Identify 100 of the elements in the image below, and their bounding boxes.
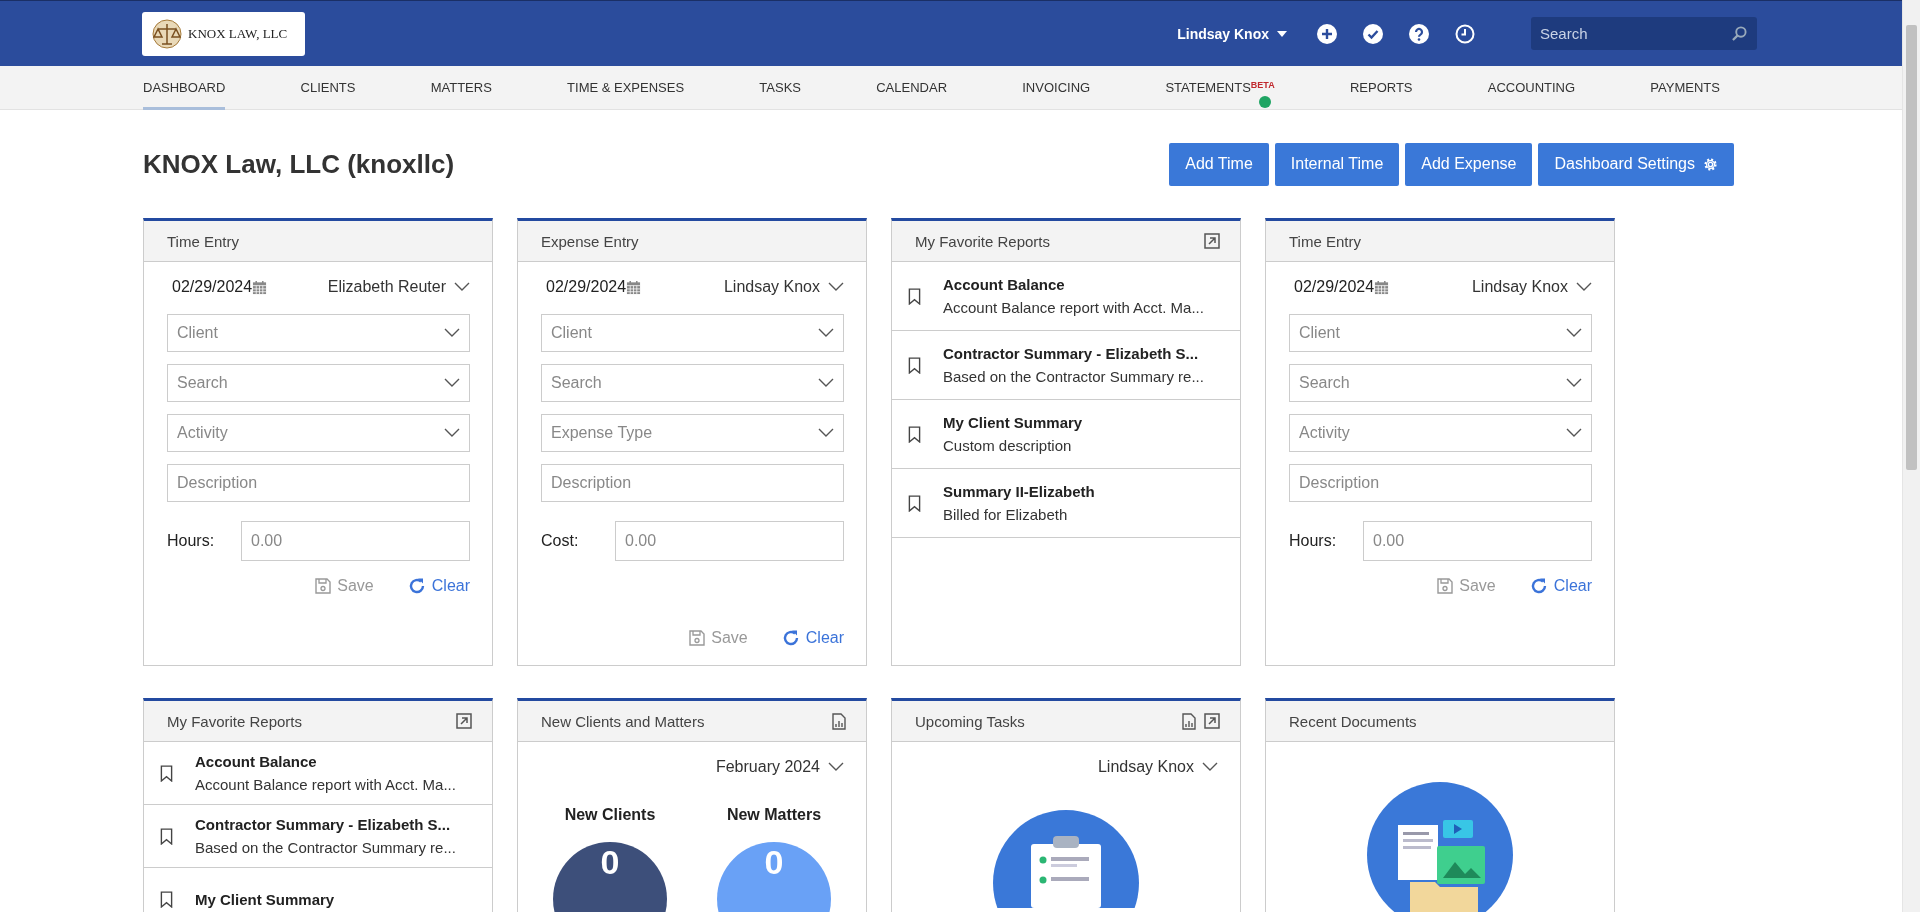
- search-field[interactable]: Search: [1531, 17, 1757, 50]
- chevron-down-icon: [1566, 328, 1582, 338]
- help-icon[interactable]: [1409, 23, 1429, 44]
- chevron-down-icon: [818, 328, 834, 338]
- scrollbar-thumb[interactable]: [1906, 25, 1917, 470]
- scrollbar[interactable]: [1902, 0, 1920, 912]
- bookmark-icon: [908, 356, 921, 374]
- scales-emblem-icon: [150, 18, 184, 49]
- action-button[interactable]: Dashboard Settings: [1538, 142, 1734, 186]
- widget-title: Expense Entry: [541, 232, 639, 250]
- add-icon[interactable]: [1317, 23, 1337, 44]
- chevron-down-icon: [444, 378, 460, 388]
- calendar-icon[interactable]: [1374, 279, 1390, 295]
- date-value[interactable]: 02/29/2024: [1294, 278, 1375, 296]
- stat-label: New Matters: [726, 806, 822, 824]
- date-value[interactable]: 02/29/2024: [172, 278, 253, 296]
- refresh-icon: [1529, 577, 1548, 595]
- chevron-down-icon: [1566, 378, 1582, 388]
- widget-title: My Favorite Reports: [167, 712, 303, 730]
- caret-icon: [1277, 30, 1287, 37]
- action-button[interactable]: Internal Time: [1274, 142, 1400, 186]
- bookmark-icon: [908, 425, 921, 443]
- logo-text: KNOX LAW, LLC: [188, 25, 288, 42]
- select-field[interactable]: Search: [541, 364, 844, 402]
- chevron-down-icon: [818, 378, 834, 388]
- report-item[interactable]: My Client Summary Custom description: [892, 400, 1240, 469]
- nav-tab[interactable]: CALENDAR: [876, 65, 948, 110]
- user-dropdown[interactable]: Elizabeth Reuter: [327, 278, 470, 296]
- clear-button[interactable]: Clear: [407, 577, 470, 595]
- report-document-icon[interactable]: [832, 712, 846, 730]
- field-label: Cost:: [541, 532, 579, 550]
- company-logo[interactable]: KNOX LAW, LLC: [142, 11, 305, 56]
- user-menu[interactable]: Lindsay Knox: [1177, 25, 1287, 42]
- select-field[interactable]: Search: [1289, 364, 1592, 402]
- description-field[interactable]: Description: [541, 464, 844, 502]
- open-external-icon[interactable]: [1204, 233, 1220, 249]
- clear-button[interactable]: Clear: [781, 629, 844, 647]
- calendar-icon[interactable]: [626, 279, 642, 295]
- select-field[interactable]: Activity: [167, 414, 470, 452]
- date-value[interactable]: 02/29/2024: [546, 278, 627, 296]
- select-field[interactable]: Expense Type: [541, 414, 844, 452]
- nav-tab[interactable]: REPORTS: [1349, 65, 1413, 110]
- bookmark-icon: [160, 827, 173, 845]
- user-dropdown[interactable]: Lindsay Knox: [723, 278, 844, 296]
- search-icon[interactable]: [1732, 26, 1747, 41]
- widget-title: Time Entry: [1289, 232, 1361, 250]
- select-field[interactable]: Activity: [1289, 414, 1592, 452]
- clock-icon[interactable]: [1455, 23, 1475, 44]
- report-name: Summary II-Elizabeth: [943, 483, 1095, 500]
- settings-icon: [1703, 156, 1718, 172]
- report-name: My Client Summary: [943, 414, 1083, 431]
- report-description: Account Balance report with Acct. Ma...: [195, 776, 456, 793]
- nav-tab[interactable]: PAYMENTS: [1650, 65, 1720, 110]
- report-document-icon[interactable]: [1182, 712, 1196, 730]
- report-name: Account Balance: [943, 276, 1066, 293]
- amount-field[interactable]: 0.00: [241, 521, 470, 561]
- user-dropdown[interactable]: Lindsay Knox: [1471, 278, 1592, 296]
- month-dropdown[interactable]: February 2024: [715, 758, 844, 776]
- clear-button[interactable]: Clear: [1529, 577, 1592, 595]
- report-name: My Client Summary: [195, 890, 335, 908]
- report-item[interactable]: My Client Summary: [144, 868, 492, 912]
- open-external-icon[interactable]: [1204, 712, 1220, 729]
- select-field[interactable]: Search: [167, 364, 470, 402]
- refresh-icon: [407, 577, 426, 595]
- nav-tab[interactable]: TASKS: [759, 65, 801, 110]
- report-description: Account Balance report with Acct. Ma...: [943, 299, 1204, 316]
- action-button[interactable]: Add Time: [1169, 142, 1269, 186]
- action-button[interactable]: Add Expense: [1405, 142, 1533, 186]
- checkmark-icon[interactable]: [1363, 23, 1383, 44]
- page-title: KNOX Law, LLC (knoxllc): [143, 148, 455, 180]
- beta-label: BETA: [1250, 79, 1275, 90]
- select-field[interactable]: Client: [1289, 314, 1592, 352]
- nav-tab[interactable]: STATEMENTS: [1165, 65, 1251, 110]
- report-item[interactable]: Account Balance Account Balance report with Acct. Ma...: [892, 262, 1240, 331]
- description-field[interactable]: Description: [167, 464, 470, 502]
- amount-field[interactable]: 0.00: [1363, 521, 1592, 561]
- chevron-down-icon: [1576, 282, 1592, 292]
- user-dropdown[interactable]: Lindsay Knox: [1097, 758, 1218, 776]
- widget-title: Time Entry: [167, 232, 239, 250]
- report-item[interactable]: Contractor Summary - Elizabeth S... Based on the Contractor Summary re...: [892, 331, 1240, 400]
- open-external-icon[interactable]: [456, 713, 472, 729]
- select-field[interactable]: Client: [541, 314, 844, 352]
- widget-title: Upcoming Tasks: [915, 712, 1025, 730]
- report-item[interactable]: Summary II-Elizabeth Billed for Elizabeth: [892, 469, 1240, 538]
- report-item[interactable]: Contractor Summary - Elizabeth S... Based on the Contractor Summary re...: [144, 805, 492, 868]
- nav-tab[interactable]: TIME & EXPENSES: [567, 65, 685, 110]
- select-field[interactable]: Client: [167, 314, 470, 352]
- nav-tab[interactable]: CLIENTS: [300, 65, 356, 110]
- calendar-icon[interactable]: [252, 279, 268, 295]
- nav-tab[interactable]: ACCOUNTING: [1487, 65, 1576, 110]
- nav-tab[interactable]: DASHBOARD: [143, 65, 226, 110]
- amount-field[interactable]: 0.00: [615, 521, 844, 561]
- bookmark-icon: [160, 890, 173, 908]
- description-field[interactable]: Description: [1289, 464, 1592, 502]
- nav-tab[interactable]: INVOICING: [1022, 65, 1091, 110]
- nav-tab[interactable]: MATTERS: [430, 65, 492, 110]
- bookmark-icon: [160, 764, 173, 782]
- chevron-down-icon: [1566, 428, 1582, 438]
- chevron-down-icon: [818, 428, 834, 438]
- report-item[interactable]: Account Balance Account Balance report with Acct. Ma...: [144, 742, 492, 805]
